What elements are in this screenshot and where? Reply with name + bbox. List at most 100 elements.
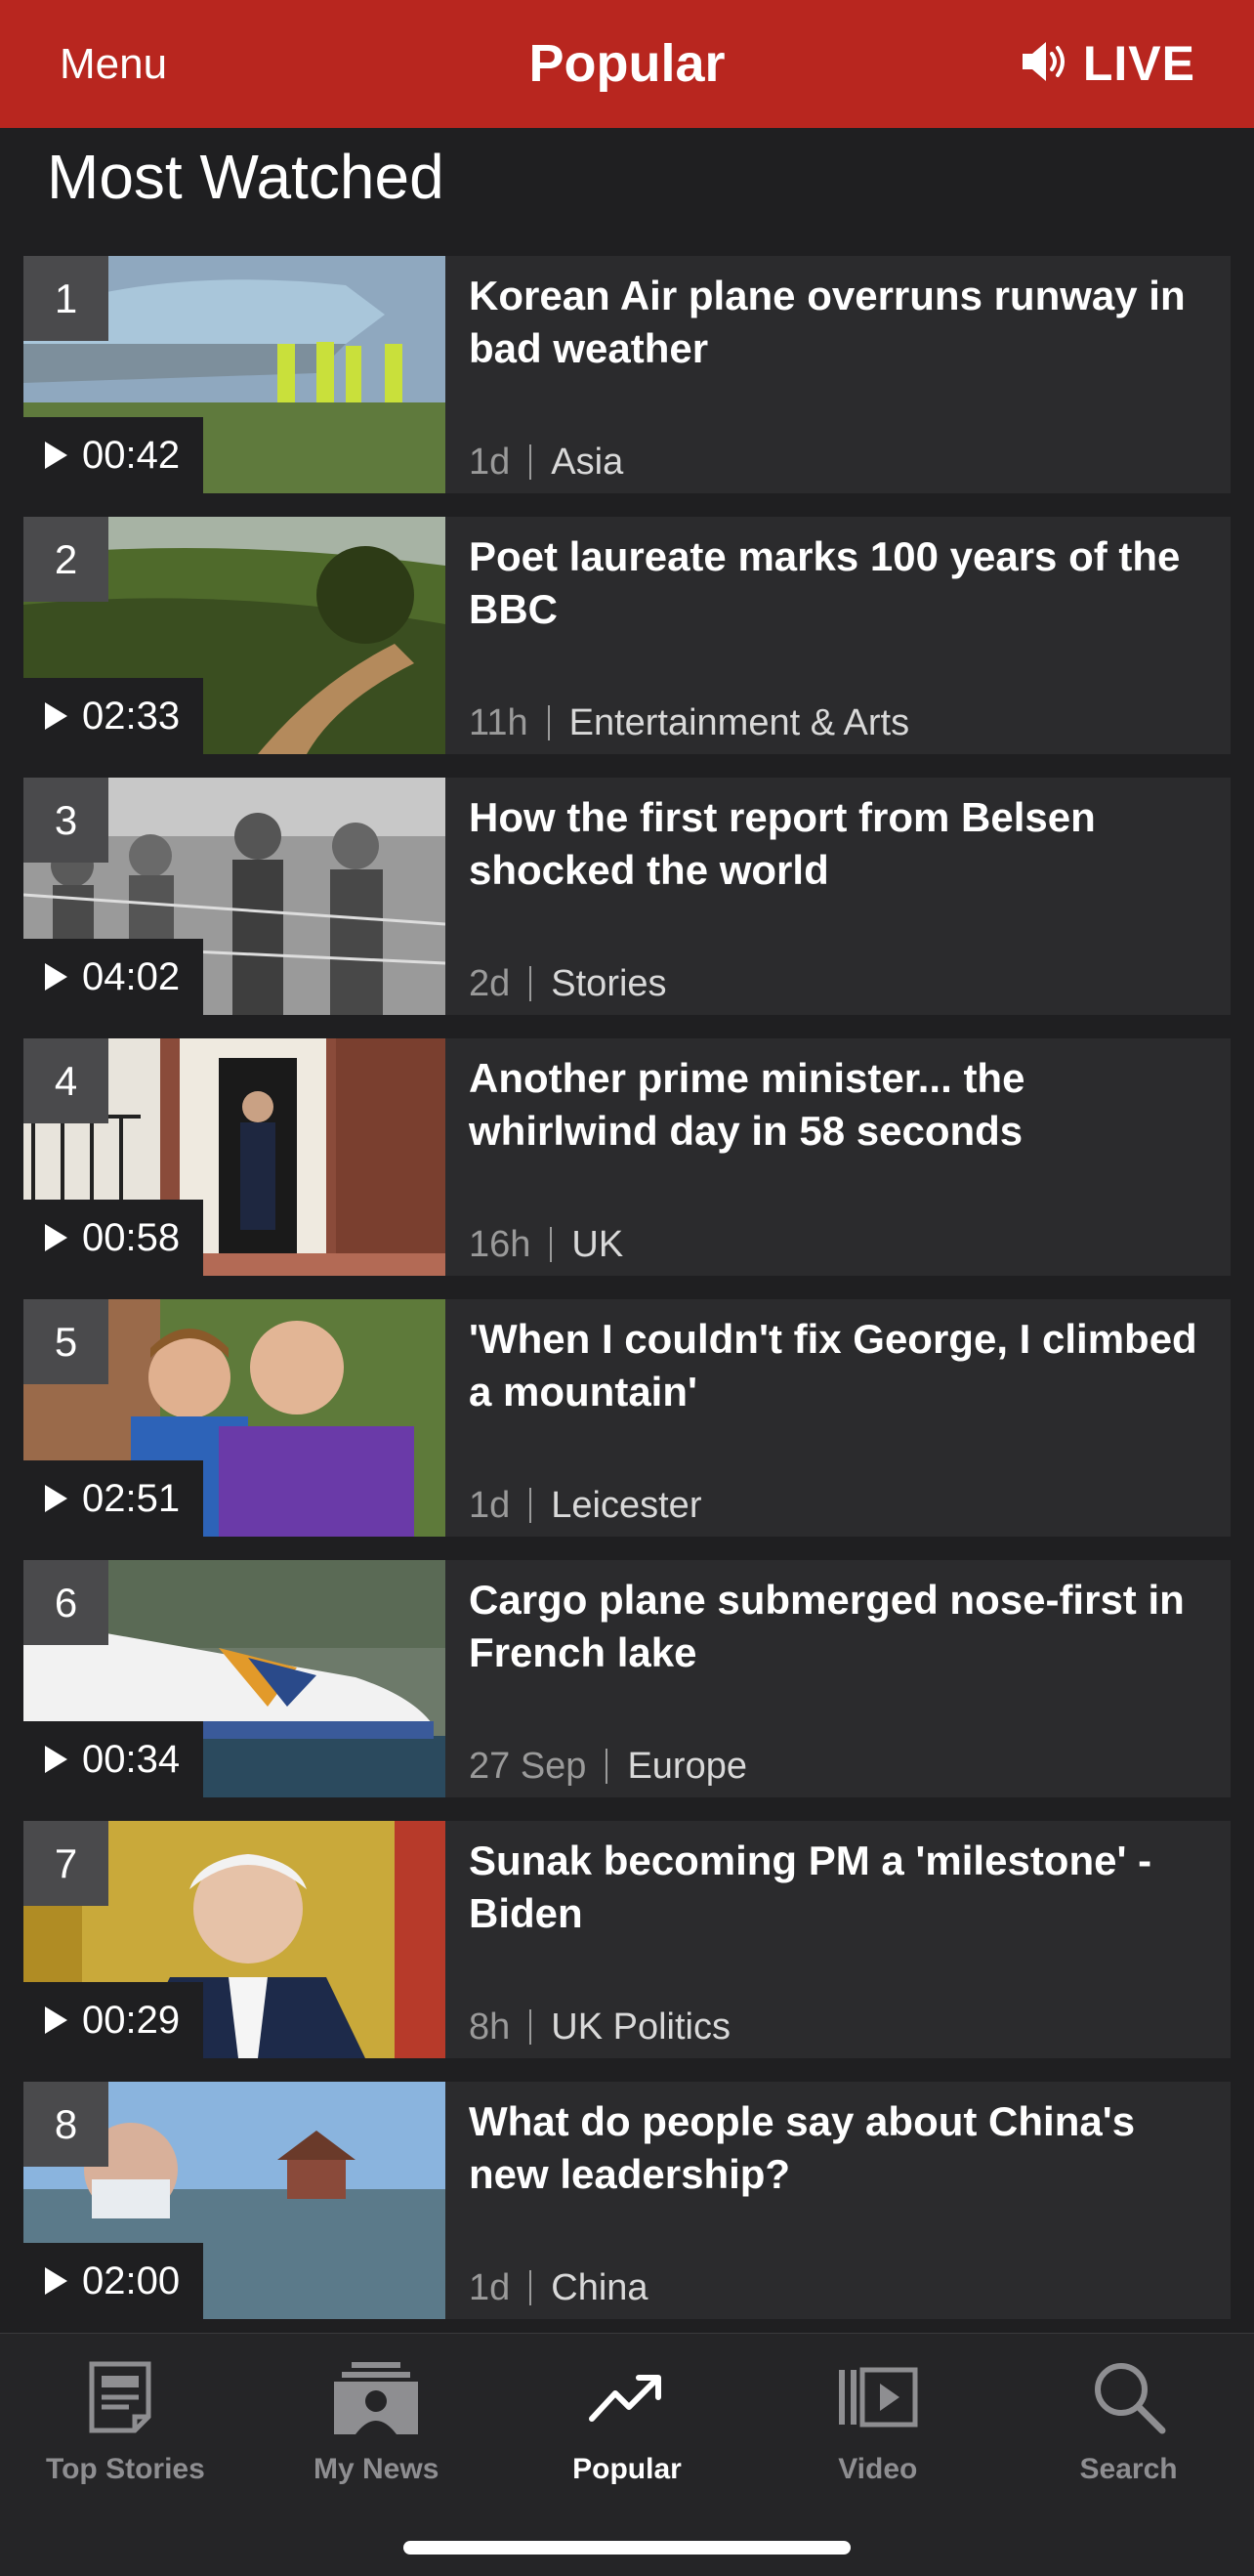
tab-my-news[interactable]: My News xyxy=(251,2334,502,2500)
tab-video[interactable]: Video xyxy=(752,2334,1003,2500)
list-item[interactable]: 2 02:33 Poet laureate marks 100 years of… xyxy=(23,517,1231,754)
item-title[interactable]: Poet laureate marks 100 years of the BBC xyxy=(469,530,1211,636)
play-icon xyxy=(45,1485,67,1512)
play-icon xyxy=(45,1224,67,1251)
item-category[interactable]: UK Politics xyxy=(551,2004,731,2050)
duration-badge: 00:58 xyxy=(23,1200,204,1276)
item-meta: 1d China xyxy=(469,2264,648,2311)
list-item[interactable]: 4 00:58 Another prime minister... the wh… xyxy=(23,1038,1231,1276)
list-item[interactable]: 8 02:00 What do people say about China's… xyxy=(23,2082,1231,2319)
tab-popular[interactable]: Popular xyxy=(502,2334,753,2500)
video-thumbnail[interactable]: 4 00:58 xyxy=(23,1038,445,1276)
item-title[interactable]: What do people say about China's new lea… xyxy=(469,2095,1211,2201)
duration-text: 04:02 xyxy=(82,954,181,998)
play-icon xyxy=(45,442,67,469)
live-button[interactable]: LIVE xyxy=(1021,33,1195,94)
person-news-icon xyxy=(332,2353,420,2441)
item-category[interactable]: Entertainment & Arts xyxy=(569,699,910,746)
duration-text: 00:34 xyxy=(82,1737,181,1781)
item-category[interactable]: Leicester xyxy=(551,1482,701,1529)
top-bar: Menu Popular LIVE xyxy=(0,0,1254,128)
list-item[interactable]: 5 02:51 'When I couldn't fix George, I c… xyxy=(23,1299,1231,1537)
rank-badge: 4 xyxy=(23,1038,108,1123)
meta-divider xyxy=(529,1488,532,1523)
item-category[interactable]: Europe xyxy=(627,1743,747,1790)
item-meta: 11h Entertainment & Arts xyxy=(469,699,909,746)
trending-icon xyxy=(588,2353,666,2441)
speaker-icon xyxy=(1021,40,1071,88)
home-indicator xyxy=(403,2541,851,2555)
rank-badge: 2 xyxy=(23,517,108,602)
item-age: 11h xyxy=(469,702,528,743)
item-title[interactable]: Korean Air plane overruns runway in bad … xyxy=(469,270,1211,375)
item-category[interactable]: Asia xyxy=(551,439,623,486)
menu-button[interactable]: Menu xyxy=(60,37,167,92)
video-thumbnail[interactable]: 3 04:02 xyxy=(23,778,445,1015)
duration-badge: 02:51 xyxy=(23,1460,204,1537)
tab-label: Popular xyxy=(572,2453,682,2485)
item-category[interactable]: UK xyxy=(571,1221,623,1268)
video-thumbnail[interactable]: 6 00:34 xyxy=(23,1560,445,1797)
tab-top-stories[interactable]: Top Stories xyxy=(0,2334,251,2500)
duration-text: 02:00 xyxy=(82,2259,181,2302)
duration-badge: 02:33 xyxy=(23,678,204,754)
list-item[interactable]: 7 00:29 Sunak becoming PM a 'milestone' … xyxy=(23,1821,1231,2058)
list-item[interactable]: 6 00:34 Cargo plane submerged nose-first… xyxy=(23,1560,1231,1797)
item-meta: 27 Sep Europe xyxy=(469,1743,747,1790)
item-age: 2d xyxy=(469,963,511,1004)
video-thumbnail[interactable]: 2 02:33 xyxy=(23,517,445,754)
item-title[interactable]: Another prime minister... the whirlwind … xyxy=(469,1052,1211,1158)
play-icon xyxy=(45,2006,67,2034)
rank-badge: 7 xyxy=(23,1821,108,1906)
item-meta: 2d Stories xyxy=(469,960,667,1007)
tab-label: Search xyxy=(1079,2453,1178,2485)
duration-badge: 00:34 xyxy=(23,1721,204,1797)
section-heading: Most Watched xyxy=(47,142,444,212)
tab-label: My News xyxy=(314,2453,439,2485)
video-thumbnail[interactable]: 5 02:51 xyxy=(23,1299,445,1537)
meta-divider xyxy=(529,444,532,480)
meta-divider xyxy=(529,2009,532,2045)
item-age: 1d xyxy=(469,442,511,483)
meta-divider xyxy=(529,966,532,1001)
rank-badge: 8 xyxy=(23,2082,108,2167)
duration-badge: 04:02 xyxy=(23,939,204,1015)
video-library-icon xyxy=(837,2353,919,2441)
video-thumbnail[interactable]: 7 00:29 xyxy=(23,1821,445,2058)
item-title[interactable]: Cargo plane submerged nose-first in Fren… xyxy=(469,1574,1211,1679)
duration-badge: 00:42 xyxy=(23,417,204,493)
rank-badge: 6 xyxy=(23,1560,108,1645)
item-age: 27 Sep xyxy=(469,1746,587,1787)
duration-text: 02:51 xyxy=(82,1476,181,1520)
play-icon xyxy=(45,963,67,991)
item-title[interactable]: 'When I couldn't fix George, I climbed a… xyxy=(469,1313,1211,1418)
duration-text: 02:33 xyxy=(82,694,181,738)
video-thumbnail[interactable]: 1 00:42 xyxy=(23,256,445,493)
item-title[interactable]: Sunak becoming PM a 'milestone' - Biden xyxy=(469,1835,1211,1940)
meta-divider xyxy=(606,1749,608,1784)
live-label: LIVE xyxy=(1082,36,1195,91)
video-thumbnail[interactable]: 8 02:00 xyxy=(23,2082,445,2319)
item-meta: 1d Leicester xyxy=(469,1482,701,1529)
rank-badge: 1 xyxy=(23,256,108,341)
video-list: 1 00:42 Korean Air plane overruns runway… xyxy=(23,256,1231,2343)
item-title[interactable]: How the first report from Belsen shocked… xyxy=(469,791,1211,897)
item-category[interactable]: Stories xyxy=(551,960,666,1007)
item-age: 16h xyxy=(469,1224,531,1265)
newspaper-icon xyxy=(86,2353,164,2441)
tab-search[interactable]: Search xyxy=(1003,2334,1254,2500)
item-meta: 8h UK Politics xyxy=(469,2004,731,2050)
list-item[interactable]: 1 00:42 Korean Air plane overruns runway… xyxy=(23,256,1231,493)
duration-text: 00:29 xyxy=(82,1998,181,2042)
duration-text: 00:58 xyxy=(82,1215,181,1259)
item-meta: 1d Asia xyxy=(469,439,623,486)
item-age: 1d xyxy=(469,1485,511,1526)
play-icon xyxy=(45,2267,67,2295)
search-icon xyxy=(1092,2353,1166,2441)
list-item[interactable]: 3 04:02 How the first report from Belsen… xyxy=(23,778,1231,1015)
duration-badge: 00:29 xyxy=(23,1982,204,2058)
tab-label: Video xyxy=(838,2453,918,2485)
duration-text: 00:42 xyxy=(82,433,181,477)
rank-badge: 3 xyxy=(23,778,108,863)
item-category[interactable]: China xyxy=(551,2264,648,2311)
